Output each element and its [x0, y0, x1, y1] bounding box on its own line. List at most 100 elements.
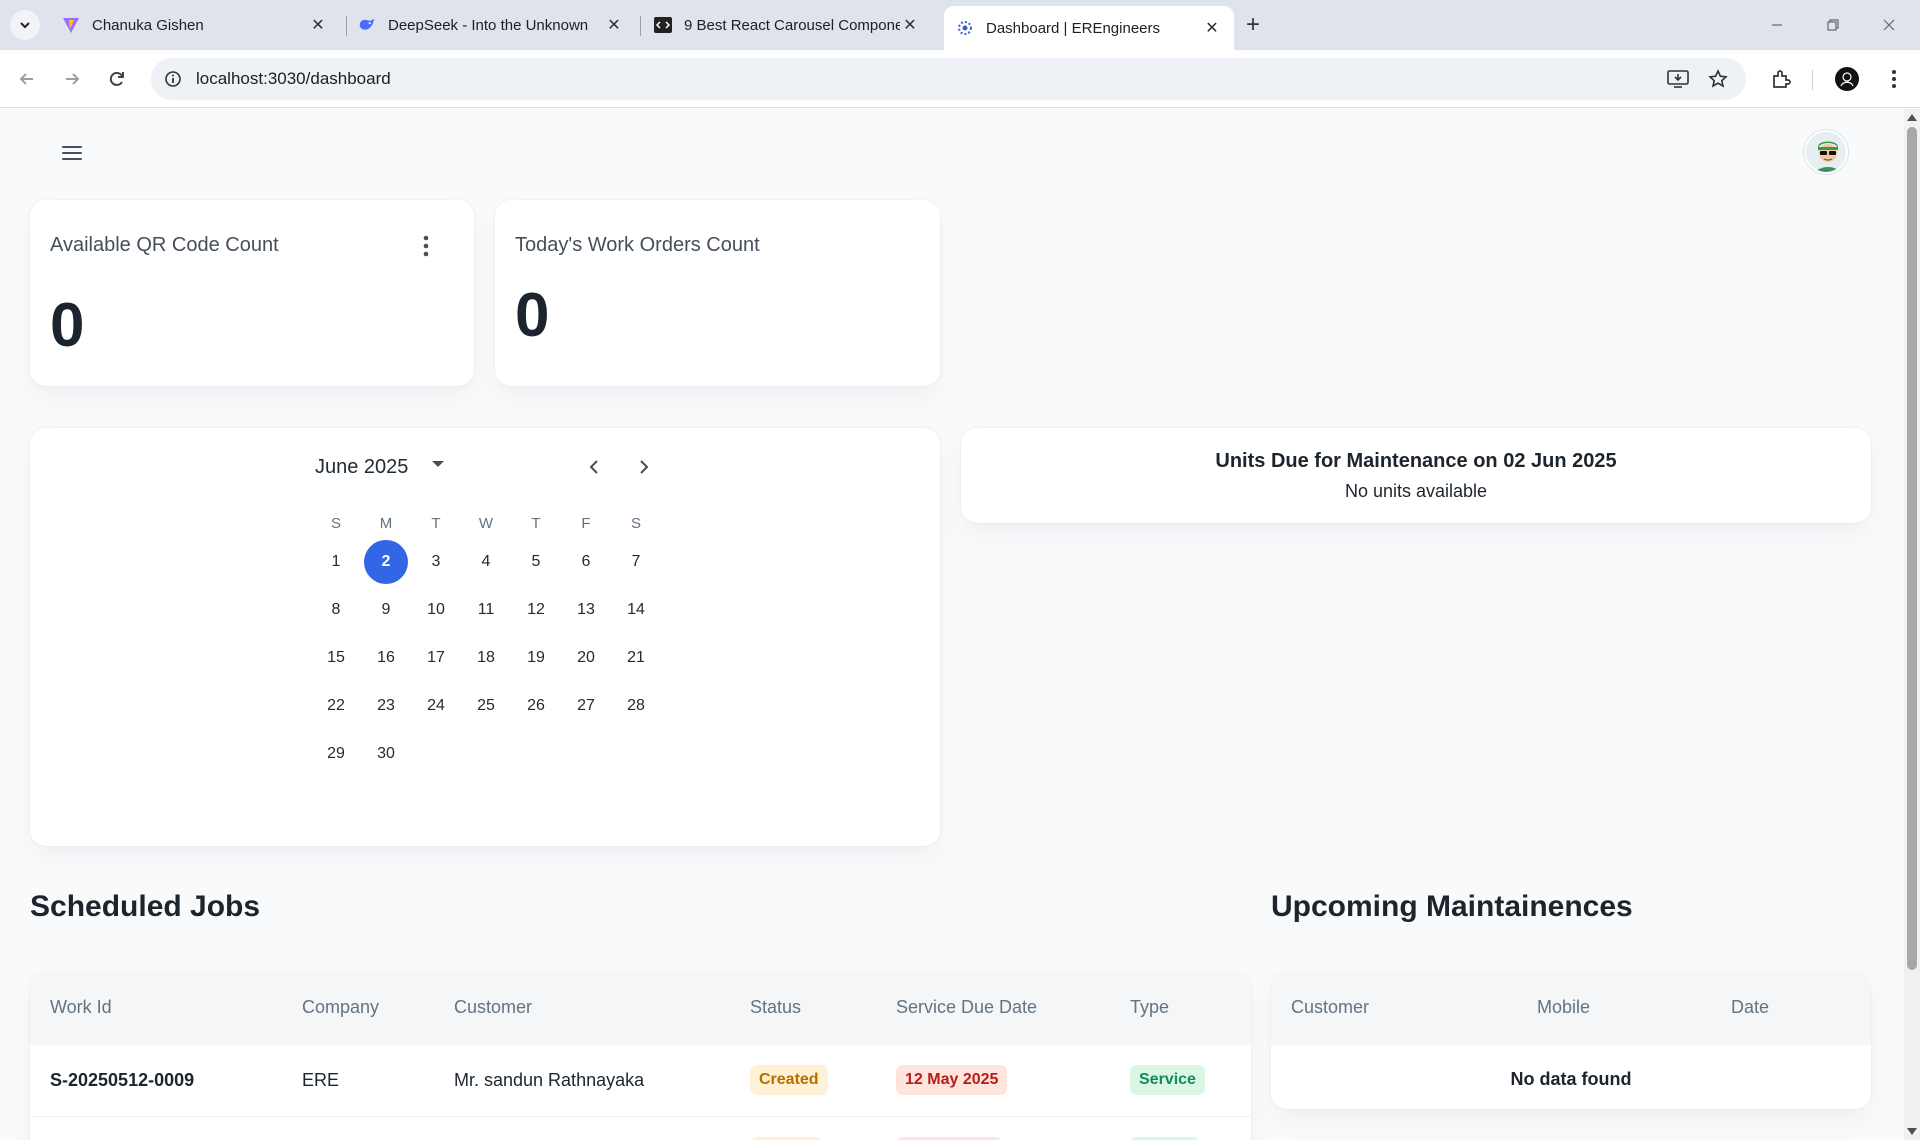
install-app-icon[interactable] — [1666, 67, 1690, 91]
calendar-day[interactable]: 3 — [414, 540, 458, 584]
next-month-icon[interactable] — [629, 452, 659, 482]
caret-down-icon[interactable] — [432, 461, 444, 467]
calendar-day[interactable]: 4 — [464, 540, 508, 584]
calendar-day[interactable]: 15 — [314, 636, 358, 680]
table-header: Work Id Company Customer Status Service … — [30, 973, 1251, 1045]
calendar-day-selected[interactable]: 2 — [364, 540, 408, 584]
work-orders-count-card: Today's Work Orders Count 0 — [495, 200, 940, 386]
tab-title: Chanuka Gishen — [92, 16, 204, 34]
column-header[interactable]: Service Due Date — [896, 997, 1037, 1018]
close-icon[interactable]: ✕ — [1202, 18, 1222, 38]
close-icon[interactable]: ✕ — [308, 15, 328, 35]
calendar-day[interactable]: 1 — [314, 540, 358, 584]
column-header[interactable]: Customer — [1291, 997, 1369, 1018]
tab-react-carousel[interactable]: 9 Best React Carousel Components ✕ — [642, 8, 932, 42]
extensions-icon[interactable] — [1766, 64, 1796, 94]
site-info-icon[interactable] — [161, 67, 185, 91]
weekday-label: T — [431, 514, 441, 532]
vite-icon — [62, 16, 80, 34]
scroll-up-icon[interactable] — [1907, 114, 1917, 121]
tab-title: 9 Best React Carousel Components — [684, 16, 900, 34]
qr-count-card: Available QR Code Count 0 — [30, 200, 474, 386]
column-header[interactable]: Date — [1731, 997, 1769, 1018]
restore-icon[interactable] — [1820, 12, 1846, 38]
minimize-icon[interactable] — [1764, 12, 1790, 38]
column-header[interactable]: Type — [1130, 997, 1169, 1018]
card-title: Today's Work Orders Count — [515, 234, 760, 256]
calendar-day[interactable]: 18 — [464, 636, 508, 680]
window-close-icon[interactable] — [1876, 12, 1902, 38]
deepseek-icon — [358, 16, 376, 34]
calendar-day[interactable]: 12 — [514, 588, 558, 632]
scheduled-jobs-heading: Scheduled Jobs — [30, 890, 261, 923]
column-header[interactable]: Customer — [454, 997, 532, 1018]
customer-cell: Mr. sandun Rathnayaka — [454, 1070, 645, 1090]
close-icon[interactable]: ✕ — [900, 15, 920, 35]
calendar-day[interactable]: 24 — [414, 684, 458, 728]
calendar-day[interactable]: 20 — [564, 636, 608, 680]
tab-deepseek[interactable]: DeepSeek - Into the Unknown ✕ — [346, 8, 636, 42]
previous-month-icon[interactable] — [579, 452, 609, 482]
back-icon[interactable] — [12, 64, 42, 94]
column-header[interactable]: Company — [302, 997, 379, 1018]
more-options-icon[interactable] — [416, 234, 436, 258]
calendar-day[interactable]: 29 — [314, 732, 358, 776]
calendar-day[interactable]: 5 — [514, 540, 558, 584]
calendar-day[interactable]: 8 — [314, 588, 358, 632]
column-header[interactable]: Mobile — [1537, 997, 1590, 1018]
tab-search-button[interactable] — [10, 10, 40, 40]
address-bar[interactable]: localhost:3030/dashboard — [151, 58, 1746, 100]
browser-menu-icon[interactable] — [1879, 64, 1909, 94]
calendar-day[interactable]: 28 — [614, 684, 658, 728]
user-avatar[interactable] — [1804, 130, 1848, 174]
calendar-day[interactable]: 6 — [564, 540, 608, 584]
weekday-label: F — [581, 514, 591, 532]
forward-icon[interactable] — [57, 64, 87, 94]
weekday-label: M — [379, 514, 393, 532]
calendar-day[interactable]: 7 — [614, 540, 658, 584]
tab-dashboard[interactable]: Dashboard | EREngineers ✕ — [944, 6, 1234, 50]
calendar-day[interactable]: 23 — [364, 684, 408, 728]
chevron-down-icon — [20, 22, 30, 29]
table-header: Customer Mobile Date — [1271, 973, 1871, 1045]
scroll-down-icon[interactable] — [1907, 1128, 1917, 1135]
calendar-day[interactable]: 27 — [564, 684, 608, 728]
calendar-day[interactable]: 22 — [314, 684, 358, 728]
calendar-day[interactable]: 17 — [414, 636, 458, 680]
reload-icon[interactable] — [102, 64, 132, 94]
calendar-day[interactable]: 10 — [414, 588, 458, 632]
calendar-day[interactable]: 16 — [364, 636, 408, 680]
bookmark-star-icon[interactable] — [1706, 67, 1730, 91]
weekday-label: W — [478, 514, 494, 532]
menu-toggle-icon[interactable] — [58, 141, 86, 165]
upcoming-maintenances-heading: Upcoming Maintainences — [1271, 890, 1633, 923]
work-id-cell: S-20250512-0009 — [50, 1070, 195, 1090]
column-header[interactable]: Status — [750, 997, 801, 1018]
type-badge: Service — [1130, 1065, 1205, 1095]
calendar-day[interactable]: 21 — [614, 636, 658, 680]
calendar-day[interactable]: 14 — [614, 588, 658, 632]
column-header[interactable]: Work Id — [50, 997, 112, 1018]
calendar-day[interactable]: 19 — [514, 636, 558, 680]
weekday-label: T — [531, 514, 541, 532]
profile-avatar-icon[interactable] — [1832, 64, 1862, 94]
tab-title: DeepSeek - Into the Unknown — [388, 16, 589, 34]
page-scrollbar[interactable] — [1904, 109, 1920, 1140]
tab-chanuka[interactable]: Chanuka Gishen ✕ — [50, 8, 340, 42]
month-year-text: June 2025 — [315, 456, 409, 478]
new-tab-button[interactable]: + — [1240, 11, 1266, 38]
calendar-day[interactable]: 26 — [514, 684, 558, 728]
settings-gear-icon — [956, 19, 974, 37]
calendar-day[interactable]: 30 — [364, 732, 408, 776]
calendar-day[interactable]: 25 — [464, 684, 508, 728]
calendar-month-label[interactable]: June 2025 — [315, 456, 408, 479]
table-row[interactable] — [30, 1117, 1251, 1140]
calendar-day[interactable]: 11 — [464, 588, 508, 632]
table-row[interactable]: S-20250512-0009 ERE Mr. sandun Rathnayak… — [30, 1045, 1251, 1116]
calendar-day[interactable]: 9 — [364, 588, 408, 632]
close-icon[interactable]: ✕ — [604, 15, 624, 35]
calendar-day[interactable]: 13 — [564, 588, 608, 632]
calendar-card: June 2025 S M T W T F S 1 2 3 4 5 6 7 8 9 10 11 12 13 14 15 16… — [30, 428, 940, 846]
browser-tab-bar: Chanuka Gishen ✕ DeepSeek - Into the Unk… — [0, 0, 1920, 50]
scrollbar-thumb[interactable] — [1907, 127, 1917, 970]
